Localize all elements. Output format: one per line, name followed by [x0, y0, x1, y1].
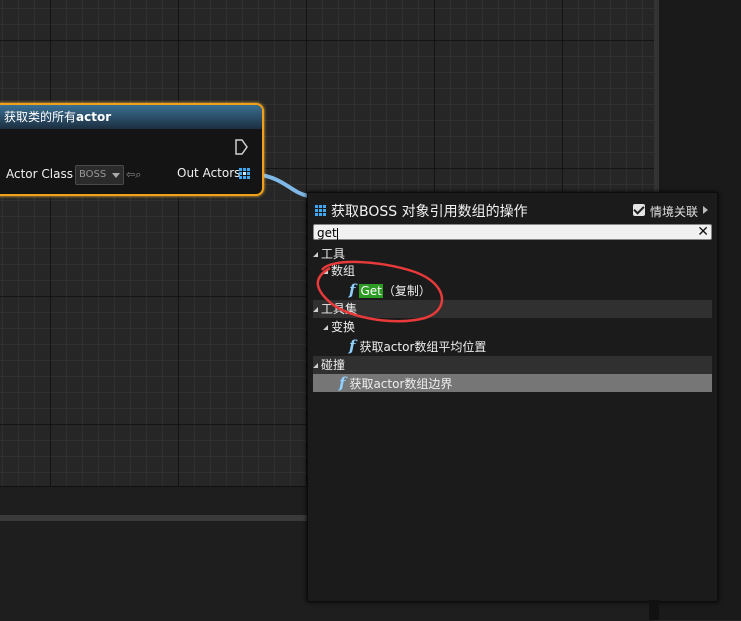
scrollbar[interactable]: [649, 600, 659, 620]
red-annotation-circle: [316, 260, 444, 323]
